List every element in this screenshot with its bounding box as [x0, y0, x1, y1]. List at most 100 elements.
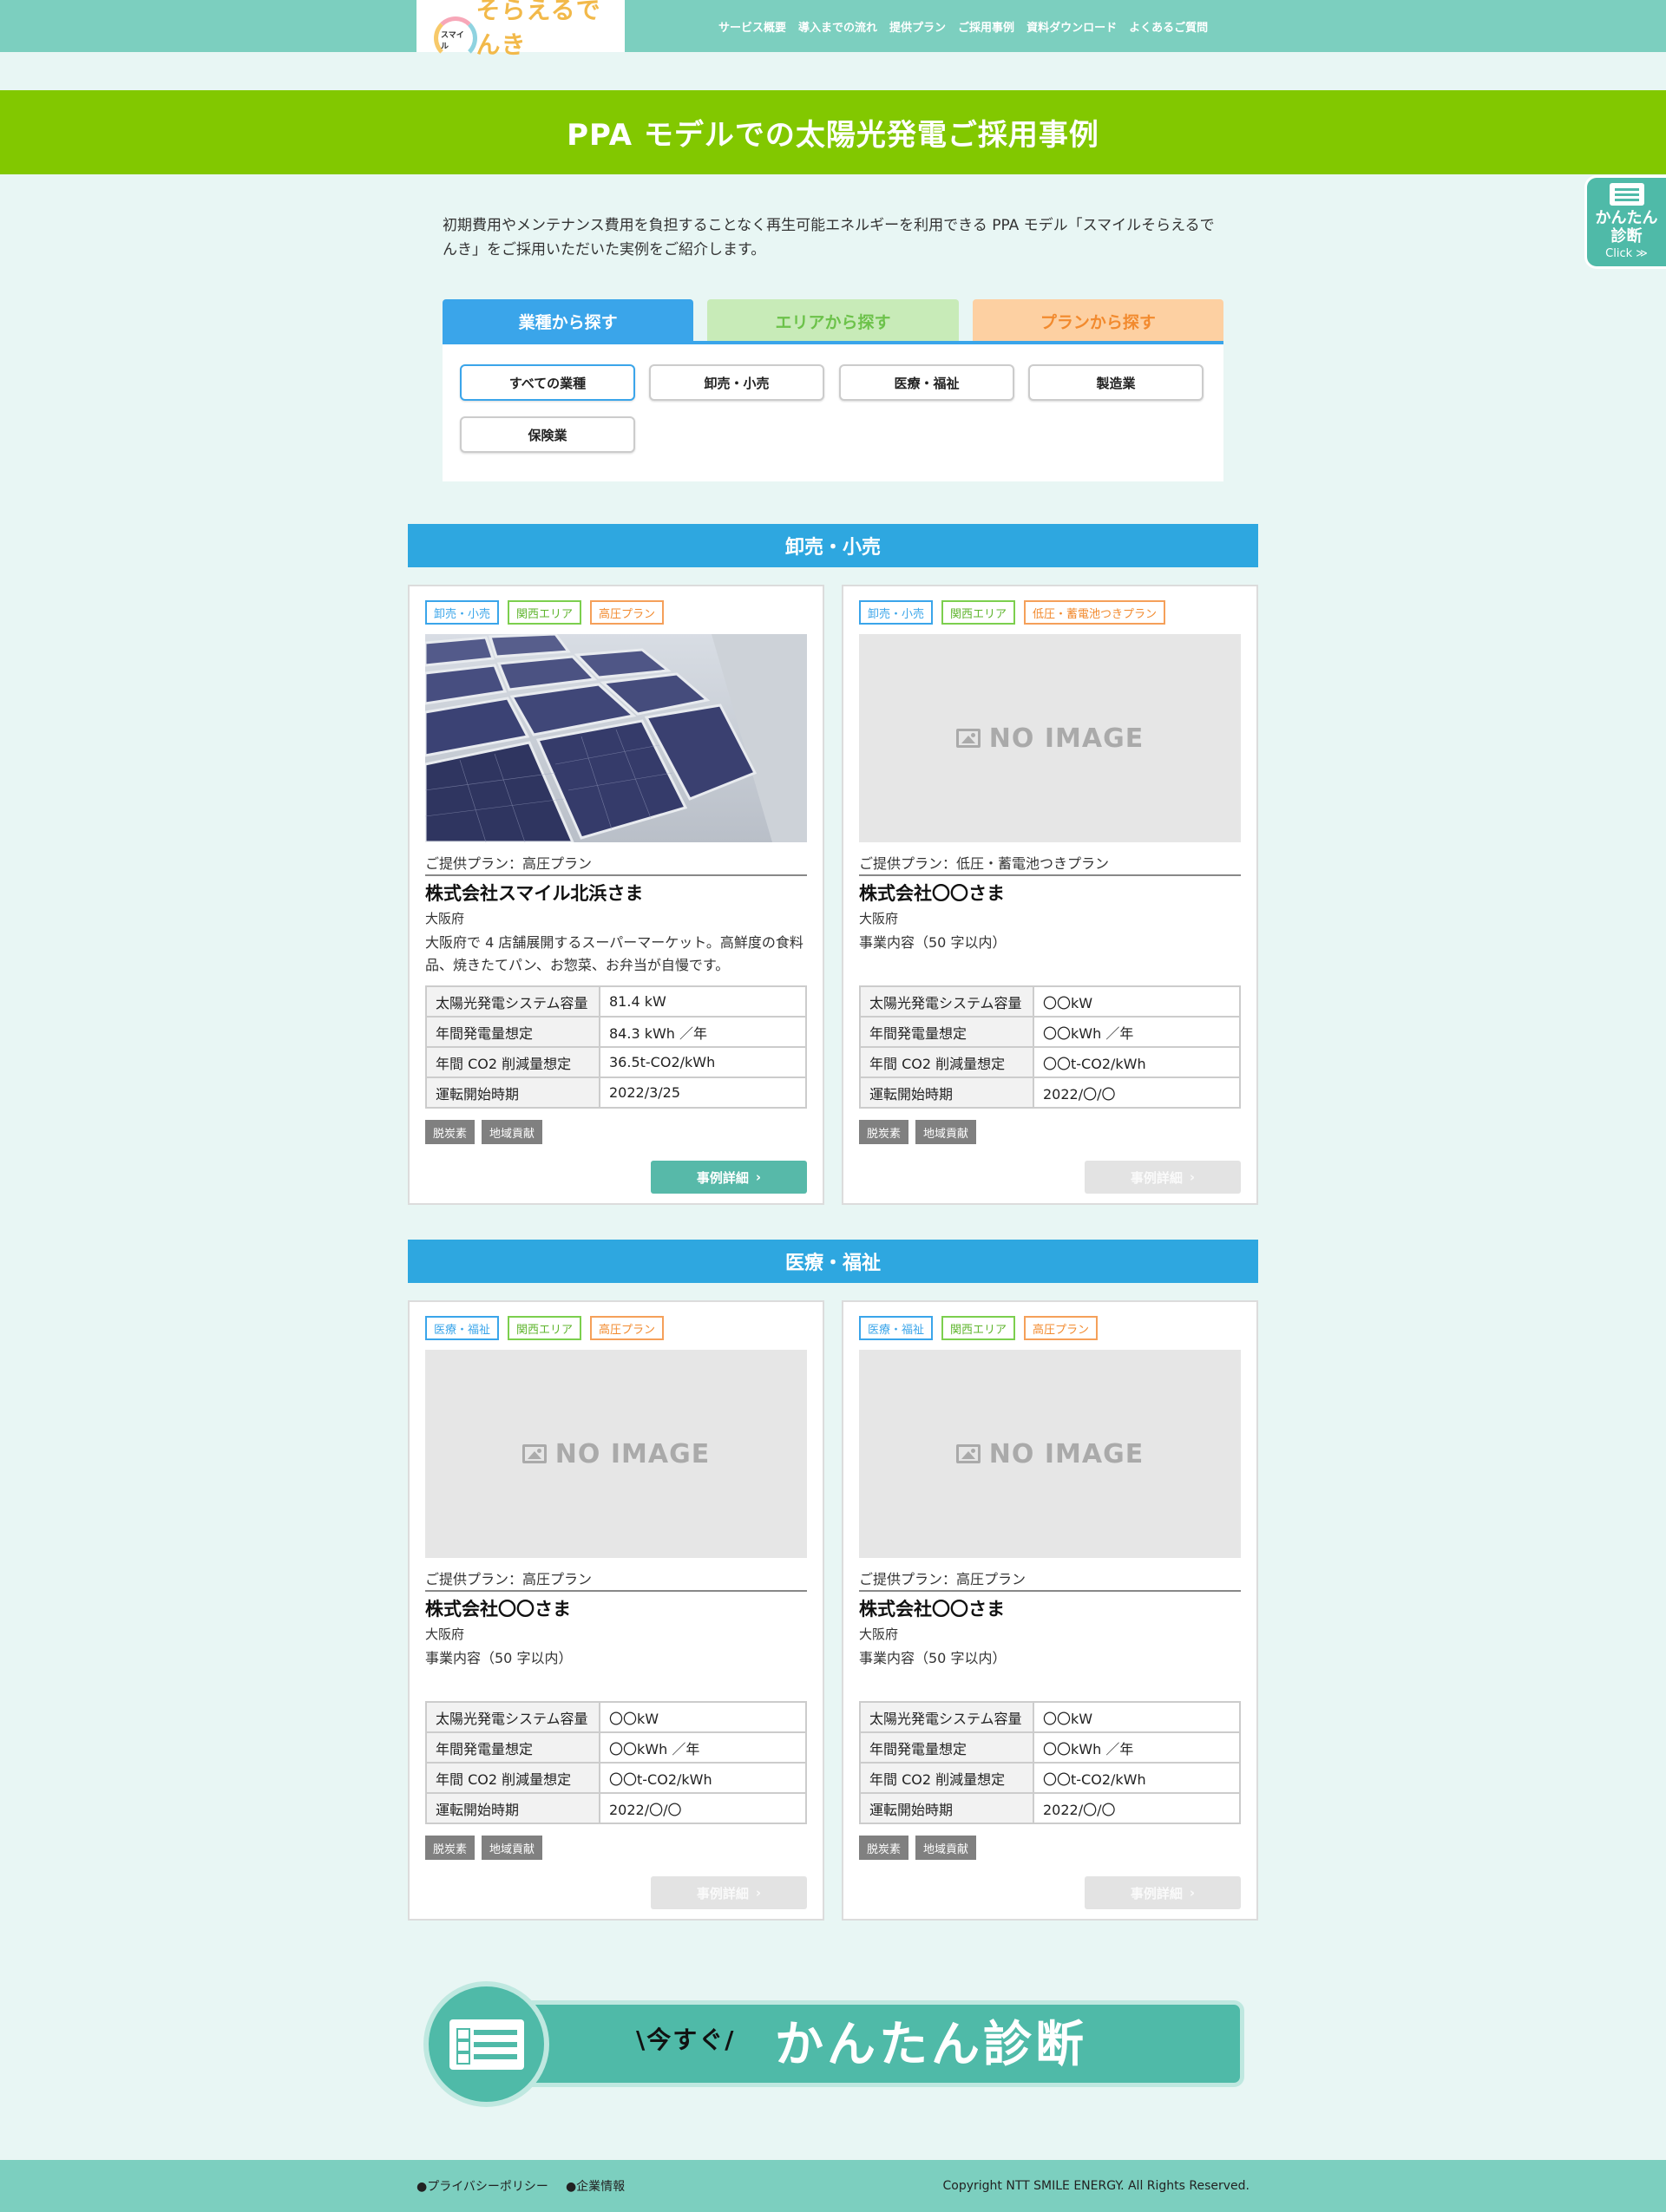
tag-plan[interactable]: 高圧プラン [1024, 1316, 1099, 1340]
diagnosis-cta-banner[interactable]: \今すぐ/ かんたん診断 [423, 1981, 1244, 2107]
case-detail-button[interactable]: 事例詳細 › [651, 1161, 807, 1194]
footer-links: ●プライバシーポリシー ●企業情報 [416, 2160, 625, 2212]
tag-area[interactable]: 関西エリア [508, 1316, 582, 1340]
search-tabs: 業種から探す エリアから探す プランから探す [443, 299, 1223, 343]
spec-label-generation: 年間発電量想定 [859, 1016, 1034, 1048]
keyword-community: 地域貢献 [482, 1120, 543, 1144]
cta-main-text: かんたん診断 [775, 2017, 1087, 2073]
image-icon [521, 1444, 547, 1463]
side-badge-line1: かんたん [1595, 209, 1658, 227]
business-description: 事業内容（50 字以内） [859, 934, 1007, 951]
company-name: 株式会社〇〇さま [859, 883, 1005, 904]
tag-area[interactable]: 関西エリア [508, 600, 582, 625]
spec-table: 太陽光発電システム容量 〇〇kW 年間発電量想定 〇〇kWh ／年 年間 CO2 削… [859, 985, 1241, 1109]
nav-service[interactable]: サービス概要 [718, 18, 786, 35]
no-image-placeholder: NO IMAGE [859, 1350, 1241, 1558]
tag-industry[interactable]: 卸売・小売 [859, 600, 934, 625]
spec-label-generation: 年間発電量想定 [859, 1731, 1034, 1764]
keyword-tags: 脱炭素 地域貢献 [859, 1120, 977, 1144]
cta-circle [423, 1981, 549, 2107]
filter-all[interactable]: すべての業種 [460, 364, 635, 401]
solar-panel-photo [425, 634, 807, 842]
tag-plan[interactable]: 高圧プラン [590, 1316, 665, 1340]
main-nav: サービス概要 導入までの流れ 提供プラン ご採用事例 資料ダウンロード よくある… [718, 0, 1208, 52]
site-footer: ●プライバシーポリシー ●企業情報 Copyright NTT SMILE EN… [0, 2160, 1666, 2212]
prefecture: 大阪府 [859, 911, 899, 926]
tab-area[interactable]: エリアから探す [707, 299, 959, 343]
spec-label-capacity: 太陽光発電システム容量 [859, 985, 1034, 1018]
hero-banner: PPA モデルでの太陽光発電ご採用事例 [0, 90, 1666, 174]
keyword-tags: 脱炭素 地域貢献 [425, 1120, 543, 1144]
spec-value-capacity: 〇〇kW [1033, 985, 1241, 1018]
no-image-placeholder: NO IMAGE [859, 634, 1241, 842]
tag-industry[interactable]: 医療・福祉 [425, 1316, 500, 1340]
spec-label-generation: 年間発電量想定 [425, 1016, 600, 1048]
tag-plan[interactable]: 低圧・蓄電池つきプラン [1024, 600, 1166, 625]
spec-label-capacity: 太陽光発電システム容量 [859, 1701, 1034, 1733]
nav-download[interactable]: 資料ダウンロード [1026, 18, 1117, 35]
logo[interactable]: スマイル そらえるでんき [416, 0, 625, 60]
copyright: Copyright NTT SMILE ENERGY. All Rights R… [942, 2179, 1250, 2193]
tag-plan[interactable]: 高圧プラン [590, 600, 665, 625]
side-badge-line2: 診断 [1610, 227, 1643, 245]
spec-label-generation: 年間発電量想定 [425, 1731, 600, 1764]
no-image-text: NO IMAGE [988, 1438, 1145, 1469]
section-header-medical: 医療・福祉 [408, 1240, 1258, 1283]
keyword-tags: 脱炭素 地域貢献 [859, 1836, 977, 1860]
card-tags: 卸売・小売 関西エリア 低圧・蓄電池つきプラン [859, 600, 1166, 625]
filter-insurance[interactable]: 保険業 [460, 416, 635, 453]
spec-label-start: 運転開始時期 [859, 1077, 1034, 1109]
chevron-right-icon: › [1189, 1169, 1196, 1185]
spec-value-co2: 36.5t-CO2/kWh [599, 1046, 807, 1078]
provided-plan: ご提供プラン：高圧プラン [859, 1567, 1241, 1592]
logo-small-text: スマイル [441, 31, 464, 51]
spec-table: 太陽光発電システム容量 〇〇kW 年間発電量想定 〇〇kWh ／年 年間 CO2 削… [425, 1701, 807, 1824]
tag-industry[interactable]: 卸売・小売 [425, 600, 500, 625]
footer-privacy-link[interactable]: ●プライバシーポリシー [416, 2177, 548, 2195]
case-detail-label: 事例詳細 [1130, 1885, 1183, 1901]
tab-industry[interactable]: 業種から探す [443, 299, 694, 343]
tag-area[interactable]: 関西エリア [941, 1316, 1016, 1340]
company-name: 株式会社〇〇さま [425, 1599, 571, 1620]
spec-label-start: 運転開始時期 [425, 1077, 600, 1109]
site-header: スマイル そらえるでんき サービス概要 導入までの流れ 提供プラン ご採用事例 … [0, 0, 1666, 60]
chevron-right-icon: › [1189, 1885, 1196, 1901]
side-diagnosis-badge[interactable]: かんたん 診断 Click ≫ [1584, 175, 1666, 269]
no-image-text: NO IMAGE [554, 1438, 711, 1469]
spec-label-start: 運転開始時期 [425, 1792, 600, 1824]
nav-flow[interactable]: 導入までの流れ [798, 18, 877, 35]
filter-retail[interactable]: 卸売・小売 [649, 364, 824, 401]
case-card: 卸売・小売 関西エリア 低圧・蓄電池つきプラン NO IMAGE ご提供プラン：… [842, 585, 1258, 1205]
keyword-tags: 脱炭素 地域貢献 [425, 1836, 543, 1860]
nav-plans[interactable]: 提供プラン [889, 18, 946, 35]
provided-plan: ご提供プラン：高圧プラン [425, 852, 807, 876]
spec-table: 太陽光発電システム容量 〇〇kW 年間発電量想定 〇〇kWh ／年 年間 CO2 削… [859, 1701, 1241, 1824]
footer-company-link[interactable]: ●企業情報 [566, 2177, 625, 2195]
chevron-right-icon: › [755, 1885, 762, 1901]
spec-value-start: 2022/〇/〇 [1033, 1077, 1241, 1109]
nav-cases[interactable]: ご採用事例 [958, 18, 1014, 35]
checklist-icon [449, 2019, 524, 2070]
spec-label-co2: 年間 CO2 削減量想定 [425, 1046, 600, 1078]
filter-manufacturing[interactable]: 製造業 [1028, 364, 1204, 401]
case-detail-label: 事例詳細 [696, 1885, 749, 1901]
keyword-decarbonization: 脱炭素 [425, 1836, 476, 1860]
section-header-retail: 卸売・小売 [408, 524, 1258, 567]
tag-industry[interactable]: 医療・福祉 [859, 1316, 934, 1340]
chevron-right-icon: › [755, 1169, 762, 1185]
spec-table: 太陽光発電システム容量 81.4 kW 年間発電量想定 84.3 kWh ／年 年間… [425, 985, 807, 1109]
logo-text: そらえるでんき [476, 0, 601, 59]
no-image-text: NO IMAGE [988, 723, 1145, 754]
checklist-icon [1609, 183, 1644, 206]
prefecture: 大阪府 [425, 1626, 465, 1642]
tab-plan[interactable]: プランから探す [972, 299, 1223, 343]
business-description: 事業内容（50 字以内） [859, 1650, 1007, 1666]
cta-now-text: \今すぐ/ [636, 2025, 736, 2054]
keyword-decarbonization: 脱炭素 [859, 1836, 909, 1860]
business-description: 大阪府で 4 店舗展開するスーパーマーケット。高鮮度の食料品、焼きたてパン、お惣… [425, 934, 803, 973]
nav-faq[interactable]: よくあるご質問 [1129, 18, 1208, 35]
case-detail-button-disabled: 事例詳細 › [1085, 1876, 1241, 1909]
case-card: 卸売・小売 関西エリア 高圧プラン ご提供プラン：高圧プラン 株式会社スマイル北… [408, 585, 824, 1205]
filter-medical[interactable]: 医療・福祉 [839, 364, 1014, 401]
tag-area[interactable]: 関西エリア [941, 600, 1016, 625]
